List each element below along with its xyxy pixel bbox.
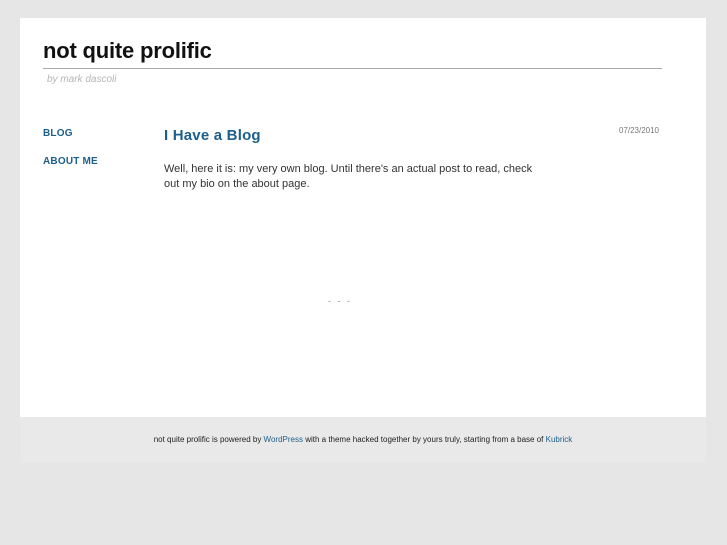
post-date: 07/23/2010 — [618, 126, 659, 135]
site-byline: by mark dascoli — [47, 74, 117, 85]
footer-wordpress-link[interactable]: WordPress — [264, 435, 303, 444]
page-container: not quite prolific by mark dascoli BLOG … — [20, 18, 706, 417]
sidebar-nav: BLOG ABOUT ME — [43, 128, 98, 184]
post-body: Well, here it is: my very own blog. Unti… — [164, 163, 533, 190]
footer-text: not quite prolific is powered by WordPre… — [20, 435, 706, 444]
post-title[interactable]: I Have a Blog — [164, 126, 664, 146]
nav-item-about-me[interactable]: ABOUT ME — [43, 156, 98, 168]
footer-kubrick-link[interactable]: Kubrick — [546, 435, 573, 444]
site-footer: not quite prolific is powered by WordPre… — [20, 417, 706, 463]
footer-prefix: not quite prolific is powered by — [153, 435, 264, 444]
footer-middle: with a theme hacked together by yours tr… — [302, 435, 546, 444]
blog-post: I Have a Blog 07/23/2010 Well, here it i… — [164, 126, 664, 192]
post-separator: - - - — [328, 296, 352, 306]
site-header: not quite prolific — [43, 38, 662, 69]
site-title[interactable]: not quite prolific — [43, 38, 212, 64]
nav-item-blog[interactable]: BLOG — [43, 128, 98, 140]
